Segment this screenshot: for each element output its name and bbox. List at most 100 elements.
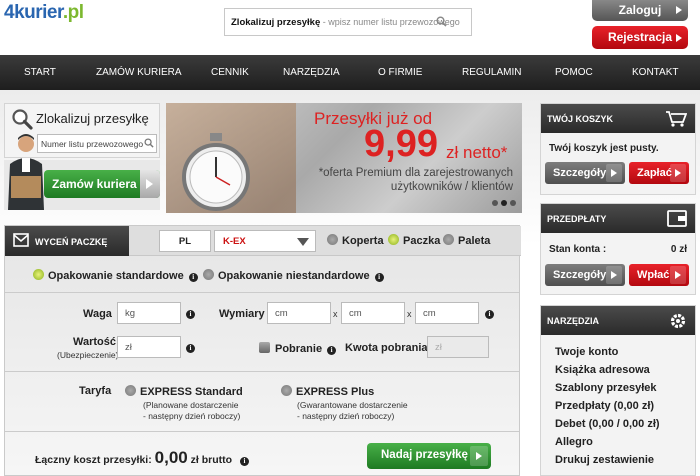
tools-item-debit[interactable]: Debet (0,00 / 0,00 zł): [541, 418, 660, 436]
divider: [5, 292, 519, 293]
tariff-label: Taryfa: [79, 385, 112, 397]
nav-item-order[interactable]: ZAMÓW KURIERA: [96, 67, 182, 78]
info-icon[interactable]: i: [374, 273, 384, 282]
cart-empty-text: Twój koszyk jest pusty.: [549, 143, 659, 154]
nav-item-tools[interactable]: NARZĘDZIA: [283, 67, 340, 78]
info-icon[interactable]: i: [327, 346, 337, 355]
wallet-icon: [667, 210, 687, 229]
radio-nonstandard-packaging[interactable]: Opakowanie niestandardowe i: [203, 269, 384, 282]
radio-selected-icon: [388, 234, 399, 245]
tools-item-account[interactable]: Twoje konto: [541, 346, 660, 364]
nav-item-about[interactable]: O FIRMIE: [378, 67, 422, 78]
cod-amount-input[interactable]: zł: [427, 336, 489, 358]
banner-price-suffix: zł netto*: [446, 143, 508, 162]
total-cost: Łączny koszt przesyłki: 0,00 zł brutto i: [35, 448, 249, 468]
tools-item-address-book[interactable]: Książka adresowa: [541, 364, 660, 382]
arrow-right-icon: [670, 266, 686, 284]
value-input[interactable]: zł: [117, 336, 181, 358]
radio-envelope[interactable]: Koperta: [327, 234, 384, 247]
length-input[interactable]: cm: [267, 302, 331, 324]
radio-selected-icon: [33, 269, 44, 280]
tools-item-prepaid[interactable]: Przedpłaty (0,00 zł): [541, 400, 660, 418]
height-input[interactable]: cm: [415, 302, 479, 324]
express-plus-note1: (Gwarantowane dostarczenie: [297, 400, 408, 410]
arrow-right-icon: [606, 164, 622, 182]
promo-banner[interactable]: Przesyłki już od 9,99 zł netto* *oferta …: [166, 103, 522, 213]
balance-value: 0 zł: [670, 244, 687, 255]
cod-checkbox[interactable]: Pobranie i: [259, 342, 337, 355]
radio-parcel[interactable]: Paczka: [388, 234, 440, 247]
times-sign: x: [407, 309, 412, 319]
cart-header: TWÓJ KOSZYK: [541, 104, 695, 133]
info-icon[interactable]: i: [186, 344, 195, 353]
banner-note2: użytkowników / klientów: [390, 181, 513, 193]
cart-details-button[interactable]: Szczegóły: [545, 162, 625, 184]
checkbox-icon: [259, 342, 270, 353]
radio-icon: [203, 269, 214, 280]
main-nav: START ZAMÓW KURIERA CENNIK NARZĘDZIA O F…: [0, 55, 700, 90]
express-plus-note2: - następny dzień roboczy): [297, 411, 395, 421]
envelope-icon: [13, 233, 29, 249]
nav-item-help[interactable]: POMOC: [555, 67, 593, 78]
pager-dot[interactable]: [492, 200, 498, 206]
carrier-select[interactable]: K-EX: [214, 230, 316, 252]
tools-list: Twoje konto Książka adresowa Szablony pr…: [541, 346, 660, 472]
prepaid-header: PRZEDPŁATY: [541, 204, 695, 233]
total-value: 0,00: [154, 448, 188, 467]
info-icon[interactable]: i: [186, 310, 195, 319]
tools-item-print[interactable]: Drukuj zestawienie: [541, 454, 660, 472]
chevron-down-icon: [297, 238, 309, 246]
nav-item-start[interactable]: START: [24, 67, 56, 78]
form-header: WYCEŃ PACZKĘ PL K-EX Koperta Paczka Pale…: [5, 226, 521, 256]
nav-item-contact[interactable]: KONTAKT: [632, 67, 678, 78]
cart-box: TWÓJ KOSZYK Twój koszyk jest pusty. Szcz…: [540, 103, 696, 195]
pager-dot[interactable]: [501, 200, 507, 206]
tools-item-templates[interactable]: Szablony przesyłek: [541, 382, 660, 400]
tools-item-allegro[interactable]: Allegro: [541, 436, 660, 454]
courier-person-icon: [6, 130, 46, 210]
pay-button[interactable]: Zapłać: [629, 162, 689, 184]
radio-pallet[interactable]: Paleta: [443, 234, 490, 247]
times-sign: x: [333, 309, 338, 319]
gear-icon: [669, 312, 687, 332]
weight-input[interactable]: kg: [117, 302, 181, 324]
radio-express-standard[interactable]: EXPRESS Standard: [125, 385, 243, 398]
balance-label: Stan konta :: [549, 244, 607, 255]
cod-amount-label: Kwota pobrania: [345, 342, 428, 354]
search-icon[interactable]: [436, 16, 447, 29]
arrow-right-icon: [676, 34, 682, 42]
tracking-number-input[interactable]: Numer listu przewozowego: [37, 134, 157, 153]
banner-pager: [489, 197, 516, 209]
express-standard-note1: (Planowane dostarczenie: [143, 400, 239, 410]
search-icon[interactable]: [144, 138, 154, 150]
info-icon[interactable]: i: [239, 457, 249, 466]
divider: [5, 371, 519, 372]
radio-express-plus[interactable]: EXPRESS Plus: [281, 385, 374, 398]
header-search-label: Zlokalizuj przesyłkę: [231, 17, 321, 28]
register-button[interactable]: Rejestracja: [592, 26, 688, 49]
divider: [5, 431, 519, 432]
login-button[interactable]: Zaloguj: [592, 0, 688, 21]
logo[interactable]: 4kurier.pl: [4, 2, 84, 24]
country-select[interactable]: PL: [159, 230, 211, 252]
width-input[interactable]: cm: [341, 302, 405, 324]
value-label: Wartość: [73, 336, 116, 348]
prepaid-details-button[interactable]: Szczegóły: [545, 264, 625, 286]
send-parcel-button[interactable]: Nadaj przesyłkę: [367, 443, 491, 469]
header-search-input[interactable]: Zlokalizuj przesyłkę - wpisz numer listu…: [224, 8, 472, 36]
tools-header: NARZĘDZIA: [541, 306, 695, 335]
value-sublabel: (Ubezpieczenie): [57, 350, 119, 360]
quote-form: WYCEŃ PACZKĘ PL K-EX Koperta Paczka Pale…: [4, 225, 521, 476]
info-icon[interactable]: i: [188, 273, 198, 282]
nav-item-pricing[interactable]: CENNIK: [211, 67, 249, 78]
pager-dot[interactable]: [510, 200, 516, 206]
radio-standard-packaging[interactable]: Opakowanie standardowe i: [33, 269, 198, 282]
prepaid-box: PRZEDPŁATY Stan konta : 0 zł Szczegóły W…: [540, 203, 696, 295]
radio-icon: [281, 385, 292, 396]
nav-item-terms[interactable]: REGULAMIN: [462, 67, 521, 78]
tab-quote[interactable]: WYCEŃ PACZKĘ: [5, 226, 129, 256]
deposit-button[interactable]: Wpłać: [629, 264, 689, 286]
order-courier-button[interactable]: Zamów kuriera: [44, 170, 160, 198]
order-courier-area: Zamów kuriera: [4, 134, 160, 210]
info-icon[interactable]: i: [485, 310, 494, 319]
